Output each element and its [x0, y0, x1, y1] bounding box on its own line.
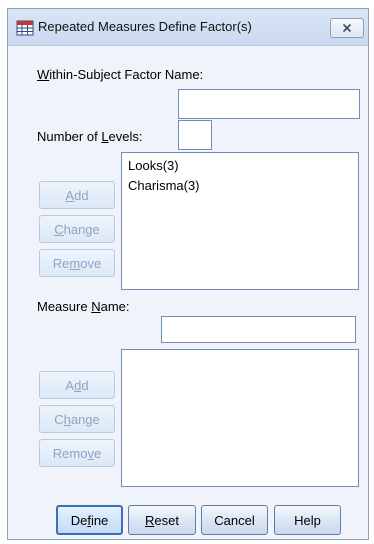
factor-add-button[interactable]: Add [39, 181, 115, 209]
factor-name-label: Within-Subject Factor Name: [37, 67, 204, 82]
measure-change-button[interactable]: Ch ange [39, 405, 115, 433]
spss-table-icon [16, 20, 34, 36]
cancel-button[interactable]: Cancel [201, 505, 268, 535]
title-bar[interactable]: Repeated Measures Define Factor(s) [8, 9, 368, 46]
dialog-body: Within-Subject Factor Name: Number of Le… [8, 46, 368, 539]
help-button[interactable]: Help [274, 505, 341, 535]
factor-listbox[interactable]: Looks(3) Charisma(3) [121, 152, 359, 290]
list-item[interactable]: Charisma(3) [128, 178, 200, 193]
dialog-window: Repeated Measures Define Factor(s) Withi… [7, 8, 369, 540]
factor-change-button[interactable]: Change [39, 215, 115, 243]
levels-label: Number of Levels: [37, 129, 143, 144]
factor-name-input[interactable] [178, 89, 360, 119]
measure-listbox[interactable] [121, 349, 359, 487]
define-button[interactable]: De f ine [56, 505, 123, 535]
window-title: Repeated Measures Define Factor(s) [38, 19, 252, 34]
list-item[interactable]: Looks(3) [128, 158, 179, 173]
measure-name-label: Measure Name: [37, 299, 130, 314]
close-button[interactable] [330, 18, 364, 38]
measure-remove-button[interactable]: Remo v e [39, 439, 115, 467]
measure-name-input[interactable] [161, 316, 356, 343]
reset-button[interactable]: Reset [128, 505, 196, 535]
levels-input[interactable] [178, 120, 212, 150]
measure-add-button[interactable]: Add [39, 371, 115, 399]
factor-remove-button[interactable]: Re m ove [39, 249, 115, 277]
close-icon [342, 23, 352, 33]
